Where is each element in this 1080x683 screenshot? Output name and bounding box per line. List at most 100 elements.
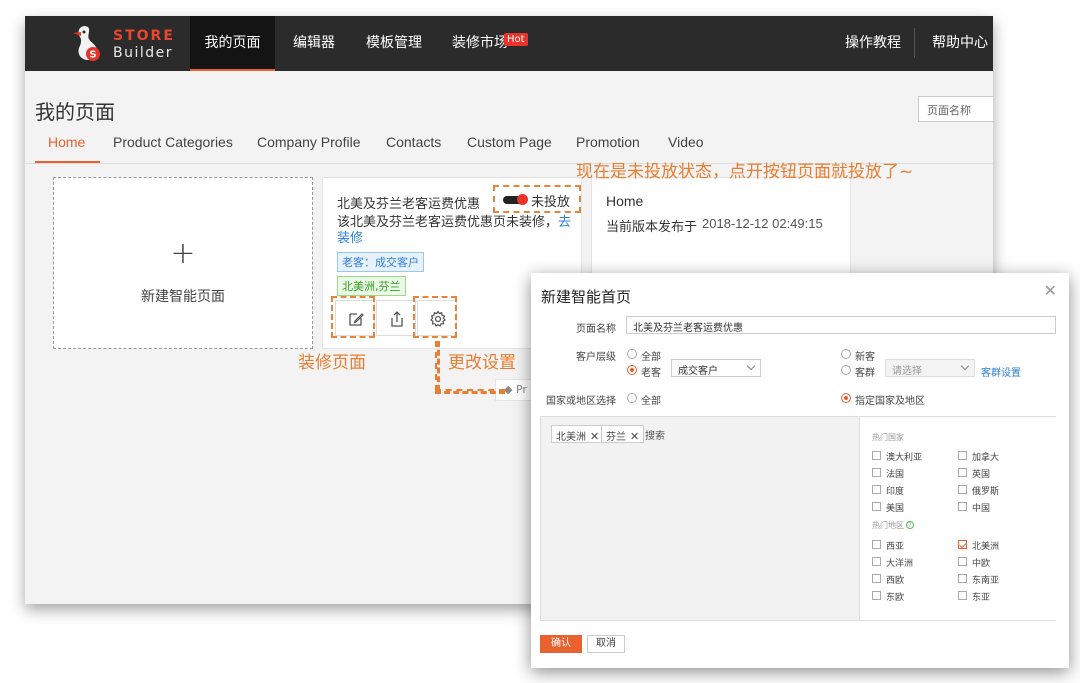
close-icon[interactable]: ✕ xyxy=(590,430,599,443)
region-all-radio[interactable] xyxy=(627,393,637,403)
checkbox-label: 东亚 xyxy=(972,593,991,603)
customer-group-select[interactable]: 请选择 xyxy=(885,359,975,377)
tab-video[interactable]: Video xyxy=(668,134,704,150)
modal-title: 新建智能首页 xyxy=(541,288,632,306)
nav-decoration-market[interactable]: 装修市场 xyxy=(452,16,508,71)
checkbox[interactable] xyxy=(872,557,881,566)
region-label: 国家或地区选择 xyxy=(546,396,616,407)
active-tab-underline xyxy=(35,161,100,163)
checkbox-label: 东欧 xyxy=(886,593,905,603)
chevron-down-icon xyxy=(746,361,756,371)
nav-my-pages[interactable]: 我的页面 xyxy=(190,16,275,71)
logo-store-text: STORE xyxy=(113,28,175,44)
checkbox-label: 法国 xyxy=(886,470,905,480)
page-name-label: 页面名称 xyxy=(576,324,616,335)
checkbox[interactable] xyxy=(958,451,967,460)
checkbox[interactable] xyxy=(872,502,881,511)
new-smart-page-card[interactable]: + 新建智能页面 xyxy=(53,177,313,349)
checkbox-label: 美国 xyxy=(886,504,905,514)
selected-region-chip: 北美洲 ✕ xyxy=(551,425,605,443)
old-customer-select-value: 成交客户 xyxy=(678,366,718,377)
settings-guide-line-horizontal xyxy=(435,389,505,394)
bird-logo-icon: S xyxy=(73,26,100,61)
checkbox-label: 俄罗斯 xyxy=(972,487,1000,497)
customer-group-placeholder: 请选择 xyxy=(892,366,922,377)
customer-old-text: 老客 xyxy=(641,368,661,379)
close-icon[interactable]: ✕ xyxy=(630,430,639,443)
region-checklist: 热门国家 澳大利亚 加拿大 法国 英国 印度 俄罗斯 美国 中国 热门地区 ? 西亚 北美洲 大洋… xyxy=(859,417,1056,620)
smart-page-description: 该北美及芬兰老客运费优惠页未装修，去装修 xyxy=(337,215,573,247)
checkbox[interactable] xyxy=(872,591,881,600)
help-icon[interactable]: ? xyxy=(906,521,914,529)
svg-text:S: S xyxy=(89,50,96,61)
cancel-button[interactable]: 取消 xyxy=(587,635,625,653)
checkbox[interactable] xyxy=(872,485,881,494)
selected-region-chip: 芬兰 ✕ xyxy=(601,425,645,443)
group-settings-link[interactable]: 客群设置 xyxy=(981,364,1021,379)
share-icon xyxy=(391,311,403,327)
tab-home[interactable]: Home xyxy=(48,134,85,150)
tab-promotion[interactable]: Promotion xyxy=(576,134,640,150)
nav-editor[interactable]: 编辑器 xyxy=(293,16,335,71)
region-tag: 北美洲,芬兰 xyxy=(337,276,406,296)
smart-page-desc-text: 该北美及芬兰老客运费优惠页未装修， xyxy=(337,215,559,230)
tab-custom-page[interactable]: Custom Page xyxy=(467,134,552,150)
checkbox-label: 澳大利亚 xyxy=(886,453,923,463)
smart-page-title: 北美及芬兰老客运费优惠 xyxy=(337,197,481,212)
checkbox-label: 大洋洲 xyxy=(886,559,914,569)
hot-badge: Hot xyxy=(504,33,528,46)
checkbox[interactable] xyxy=(958,468,967,477)
checkbox-label: 中欧 xyxy=(972,559,991,569)
checkbox-label: 西亚 xyxy=(886,542,905,552)
tab-product-categories[interactable]: Product Categories xyxy=(113,134,233,150)
home-card-title: Home xyxy=(606,193,644,209)
checkbox[interactable] xyxy=(872,451,881,460)
checkbox[interactable] xyxy=(958,557,967,566)
tab-contacts[interactable]: Contacts xyxy=(386,134,441,150)
checkbox[interactable] xyxy=(958,540,967,549)
nav-help-center[interactable]: 帮助中心 xyxy=(932,16,988,71)
nav-separator xyxy=(914,28,915,58)
confirm-button[interactable]: 确认 xyxy=(540,635,582,653)
publish-toggle[interactable] xyxy=(503,194,528,205)
checkbox[interactable] xyxy=(958,502,967,511)
page-name-search-input[interactable]: 页面名称 xyxy=(918,96,993,122)
checkbox[interactable] xyxy=(958,591,967,600)
customer-all-text: 全部 xyxy=(641,352,661,363)
checkbox[interactable] xyxy=(958,485,967,494)
settings-annotation: 更改设置 xyxy=(448,353,516,373)
checkbox[interactable] xyxy=(872,574,881,583)
store-builder-logo[interactable]: S STORE Builder xyxy=(69,22,179,64)
checkbox[interactable] xyxy=(872,468,881,477)
region-specified-radio[interactable] xyxy=(841,393,851,403)
tab-company-profile[interactable]: Company Profile xyxy=(257,134,361,150)
settings-guide-line-vertical xyxy=(435,341,440,391)
decorate-annotation: 装修页面 xyxy=(298,353,366,373)
logo-builder-text: Builder xyxy=(113,45,174,61)
checkbox-label: 北美洲 xyxy=(972,542,1000,552)
nav-tutorial[interactable]: 操作教程 xyxy=(845,16,901,71)
checkbox[interactable] xyxy=(872,540,881,549)
top-nav-bar: S STORE Builder 我的页面 编辑器 模板管理 装修市场 Hot 操… xyxy=(25,16,993,71)
close-icon[interactable]: ✕ xyxy=(1044,281,1057,300)
customer-old-radio[interactable] xyxy=(627,365,637,375)
nav-template-management[interactable]: 模板管理 xyxy=(366,16,422,71)
new-smart-home-modal: 新建智能首页 ✕ 页面名称 北美及芬兰老客运费优惠 客户层级 全部 老客 成交客… xyxy=(531,273,1069,668)
old-customer-select[interactable]: 成交客户 xyxy=(671,359,761,377)
customer-all-radio[interactable] xyxy=(627,349,637,359)
plus-icon: + xyxy=(170,236,196,271)
share-page-button[interactable] xyxy=(376,300,416,336)
customer-group-radio[interactable] xyxy=(841,365,851,375)
chip-label: 北美洲 xyxy=(556,432,586,443)
page-name-input[interactable]: 北美及芬兰老客运费优惠 xyxy=(626,316,1056,334)
region-search-input[interactable]: 搜索 xyxy=(645,427,665,442)
customer-tag: 老客：成交客户 xyxy=(337,252,424,272)
hot-countries-title: 热门国家 xyxy=(872,433,904,442)
checkbox-label: 中国 xyxy=(972,504,991,514)
customer-new-radio[interactable] xyxy=(841,349,851,359)
home-publish-date: 2018-12-12 02:49:15 xyxy=(702,216,823,231)
customer-group-text: 客群 xyxy=(855,368,875,379)
home-publish-label: 当前版本发布于 xyxy=(606,220,698,235)
chip-label: 芬兰 xyxy=(606,432,626,443)
checkbox[interactable] xyxy=(958,574,967,583)
